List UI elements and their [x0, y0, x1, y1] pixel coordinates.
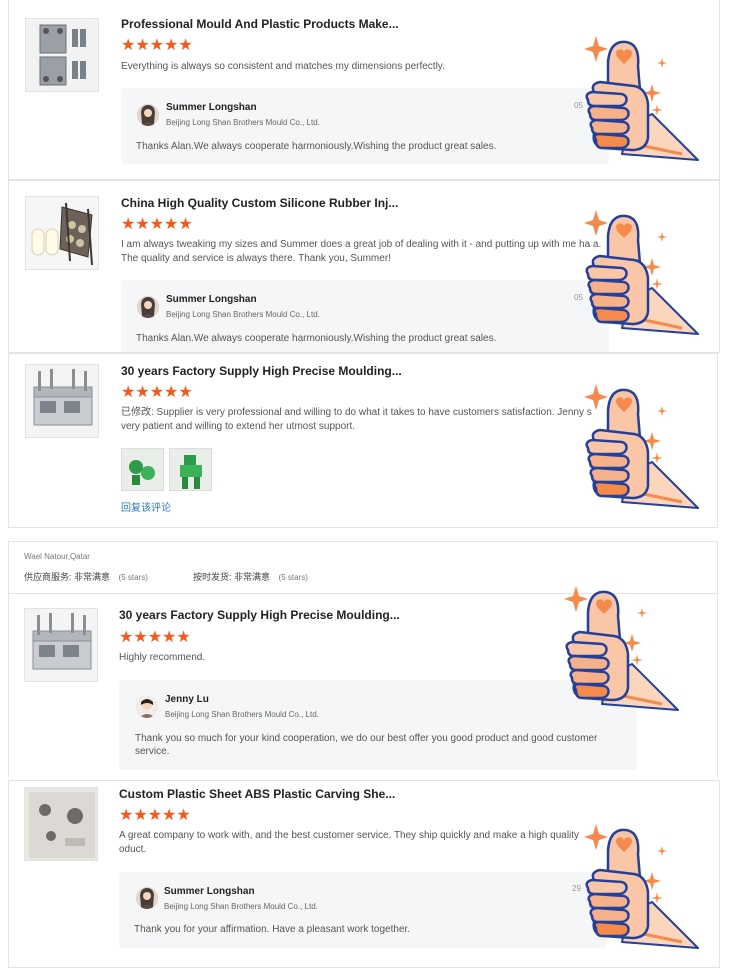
product-thumbnail[interactable] [25, 18, 99, 92]
rating-stars: ★★★★★ [121, 216, 193, 233]
rating-stars: ★★★★★ [121, 384, 193, 401]
supplier-reply: Summer Longshan Beijing Long Shan Brothe… [119, 872, 607, 948]
replier-name: Jenny Lu [165, 694, 209, 705]
thumbs-up-icon [582, 34, 702, 162]
review-photo[interactable] [169, 448, 212, 491]
avatar [136, 696, 158, 718]
reply-text: Thanks Alan.We always cooperate harmonio… [136, 333, 497, 344]
thumbs-up-icon [562, 584, 682, 712]
supplier-reply: Summer Longshan Beijing Long Shan Brothe… [121, 88, 609, 164]
reply-text: Thank you so much for your kind cooperat… [135, 733, 598, 757]
reply-date: 29 [572, 884, 581, 893]
thumbs-up-icon [582, 208, 702, 336]
thumbs-up-icon [582, 822, 702, 950]
product-title[interactable]: Custom Plastic Sheet ABS Plastic Carving… [119, 787, 395, 801]
buyer-location: Wael Natour,Qatar [24, 552, 90, 561]
product-thumbnail[interactable] [25, 196, 99, 270]
replier-name: Summer Longshan [166, 294, 257, 305]
product-title[interactable]: 30 years Factory Supply High Precise Mou… [119, 608, 400, 622]
supplier-reply: Jenny Lu Beijing Long Shan Brothers Moul… [119, 680, 637, 770]
rating-stars: ★★★★★ [119, 629, 191, 646]
replier-company: Beijing Long Shan Brothers Mould Co., Lt… [166, 118, 320, 127]
delivery-label: 按时发货: 非常满意 [193, 572, 271, 582]
review-comment: Highly recommend. [119, 652, 206, 663]
rating-stars: ★★★★★ [121, 37, 193, 54]
product-title[interactable]: 30 years Factory Supply High Precise Mou… [121, 364, 402, 378]
service-label: 供应商服务: 非常满意 [24, 572, 111, 582]
review-photo[interactable] [121, 448, 164, 491]
reply-text: Thank you for your affirmation. Have a p… [134, 924, 411, 935]
reply-review-link[interactable]: 回复该评论 [121, 499, 171, 514]
replier-company: Beijing Long Shan Brothers Mould Co., Lt… [165, 710, 319, 719]
review-comment: I am always tweaking my sizes and Summer… [121, 239, 602, 264]
review-comment: 已修改: Supplier is very professional and w… [121, 407, 592, 432]
review-comment: Everything is always so consistent and m… [121, 61, 445, 72]
supplier-service-rating: 供应商服务: 非常满意 (5 stars) [24, 570, 148, 583]
product-title[interactable]: Professional Mould And Plastic Products … [121, 17, 399, 31]
replier-name: Summer Longshan [166, 102, 257, 113]
product-thumbnail[interactable] [25, 364, 99, 438]
avatar [137, 104, 159, 126]
avatar [137, 296, 159, 318]
product-thumbnail[interactable] [24, 608, 98, 682]
reply-text: Thanks Alan.We always cooperate harmonio… [136, 141, 497, 152]
replier-company: Beijing Long Shan Brothers Mould Co., Lt… [164, 902, 318, 911]
supplier-reply: Summer Longshan Beijing Long Shan Brothe… [121, 280, 609, 352]
delivery-stars: (5 stars) [278, 573, 308, 582]
service-stars: (5 stars) [118, 573, 148, 582]
replier-name: Summer Longshan [164, 886, 255, 897]
delivery-rating: 按时发货: 非常满意 (5 stars) [193, 570, 308, 583]
thumbs-up-icon [582, 382, 702, 510]
rating-stars: ★★★★★ [119, 807, 191, 824]
product-title[interactable]: China High Quality Custom Silicone Rubbe… [121, 196, 398, 210]
avatar [136, 887, 158, 909]
review-comment: A great company to work with, and the be… [119, 830, 580, 855]
product-thumbnail[interactable] [24, 787, 98, 861]
replier-company: Beijing Long Shan Brothers Mould Co., Lt… [166, 310, 320, 319]
